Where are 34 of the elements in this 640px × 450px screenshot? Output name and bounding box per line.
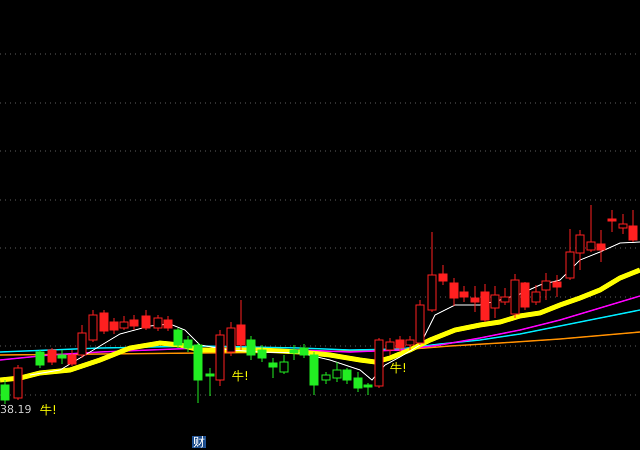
candlestick <box>268 358 278 378</box>
candlestick <box>0 380 10 406</box>
signal-label: 牛! <box>232 370 249 382</box>
candlestick <box>532 284 540 306</box>
candlestick <box>36 350 44 368</box>
candlestick <box>342 368 352 384</box>
candlestick <box>322 372 330 384</box>
candlestick <box>164 316 172 332</box>
candlestick <box>290 344 298 360</box>
candlestick <box>142 310 150 330</box>
candlestick <box>154 314 162 332</box>
candlestick <box>386 338 394 356</box>
candlestick <box>48 348 56 366</box>
candlestick <box>58 350 66 364</box>
signal-label: 牛! <box>390 362 407 374</box>
candlestick <box>280 354 288 374</box>
candlestick <box>14 364 22 400</box>
candlestick <box>332 362 342 382</box>
candlestick <box>566 228 574 280</box>
candlestick <box>542 272 550 300</box>
candlestick <box>438 264 448 286</box>
candlestick <box>552 274 562 298</box>
candlestick <box>608 210 616 232</box>
candlestick <box>258 344 266 362</box>
finance-badge: 财 <box>192 436 206 448</box>
candlestick <box>174 328 182 348</box>
candlestick <box>374 338 384 388</box>
signal-label: 牛! <box>40 404 57 416</box>
candlestick <box>396 336 404 352</box>
price-label: 38.19 <box>0 404 32 415</box>
candlestick <box>88 310 98 342</box>
candlestick <box>130 314 138 330</box>
candlestick <box>120 316 128 330</box>
candlestick <box>576 230 584 270</box>
